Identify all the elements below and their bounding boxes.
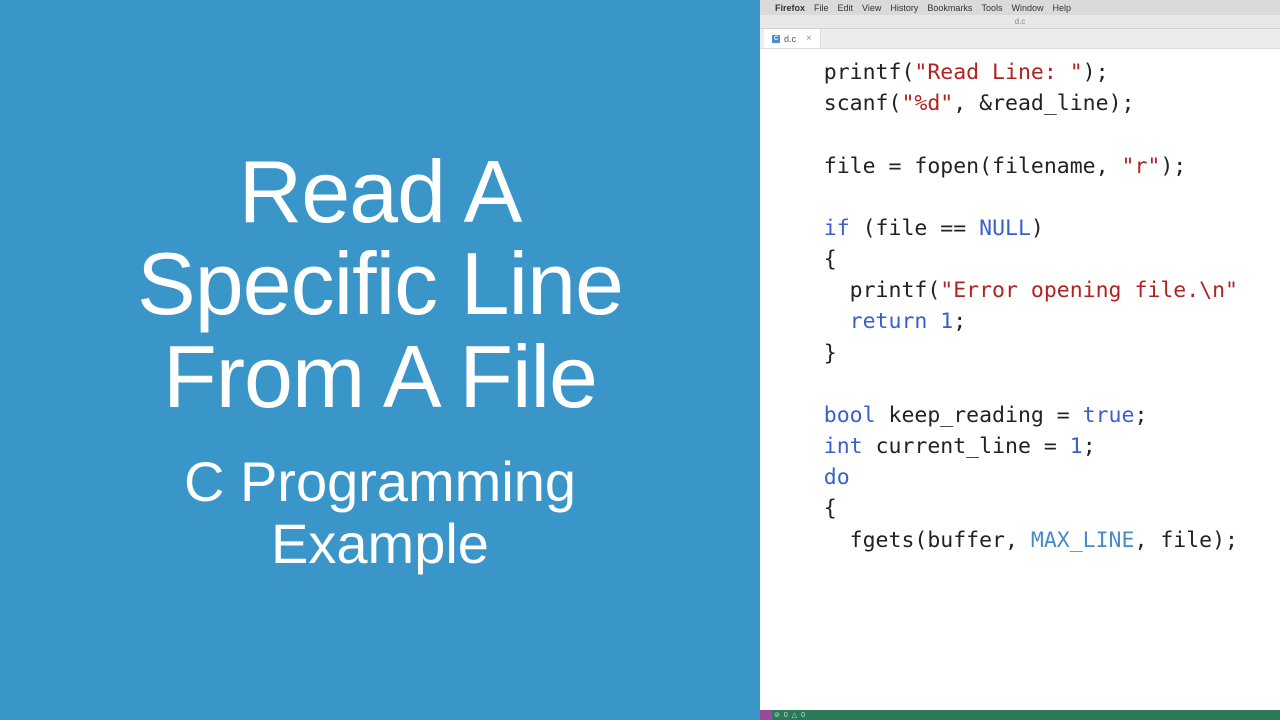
menu-view[interactable]: View	[862, 3, 881, 13]
title-line-2: Specific Line	[137, 234, 623, 333]
main-title: Read A Specific Line From A File	[137, 146, 623, 423]
title-panel: Read A Specific Line From A File C Progr…	[0, 0, 760, 720]
menu-file[interactable]: File	[814, 3, 829, 13]
c-file-icon: C	[772, 35, 780, 43]
menu-window[interactable]: Window	[1011, 3, 1043, 13]
menu-history[interactable]: History	[890, 3, 918, 13]
tab-bar[interactable]: C d.c ×	[760, 29, 1280, 49]
menubar-app-name[interactable]: Firefox	[775, 3, 805, 13]
menu-help[interactable]: Help	[1052, 3, 1071, 13]
statusbar[interactable]: ⊘ 0 △ 0	[760, 710, 1280, 720]
title-line-1: Read A	[239, 142, 522, 241]
menubar[interactable]: Firefox File Edit View History Bookmarks…	[760, 0, 1280, 15]
error-icon[interactable]: ⊘	[774, 711, 780, 719]
close-icon[interactable]: ×	[806, 33, 812, 44]
warning-icon[interactable]: △	[792, 711, 797, 719]
subtitle-line-1: C Programming	[184, 450, 576, 513]
code-editor[interactable]: printf("Read Line: "); scanf("%d", &read…	[760, 49, 1280, 710]
menu-edit[interactable]: Edit	[838, 3, 854, 13]
tab-file[interactable]: C d.c ×	[764, 29, 821, 48]
window-titlebar: d.c	[760, 15, 1280, 29]
menu-tools[interactable]: Tools	[981, 3, 1002, 13]
menu-bookmarks[interactable]: Bookmarks	[927, 3, 972, 13]
subtitle: C Programming Example	[184, 451, 576, 574]
window-title-text: d.c	[1015, 17, 1026, 26]
error-count: 0	[784, 712, 788, 719]
subtitle-line-2: Example	[271, 512, 489, 575]
title-line-3: From A File	[163, 327, 597, 426]
warning-count: 0	[801, 712, 805, 719]
tab-filename: d.c	[784, 34, 796, 44]
editor-window: Firefox File Edit View History Bookmarks…	[760, 0, 1280, 720]
